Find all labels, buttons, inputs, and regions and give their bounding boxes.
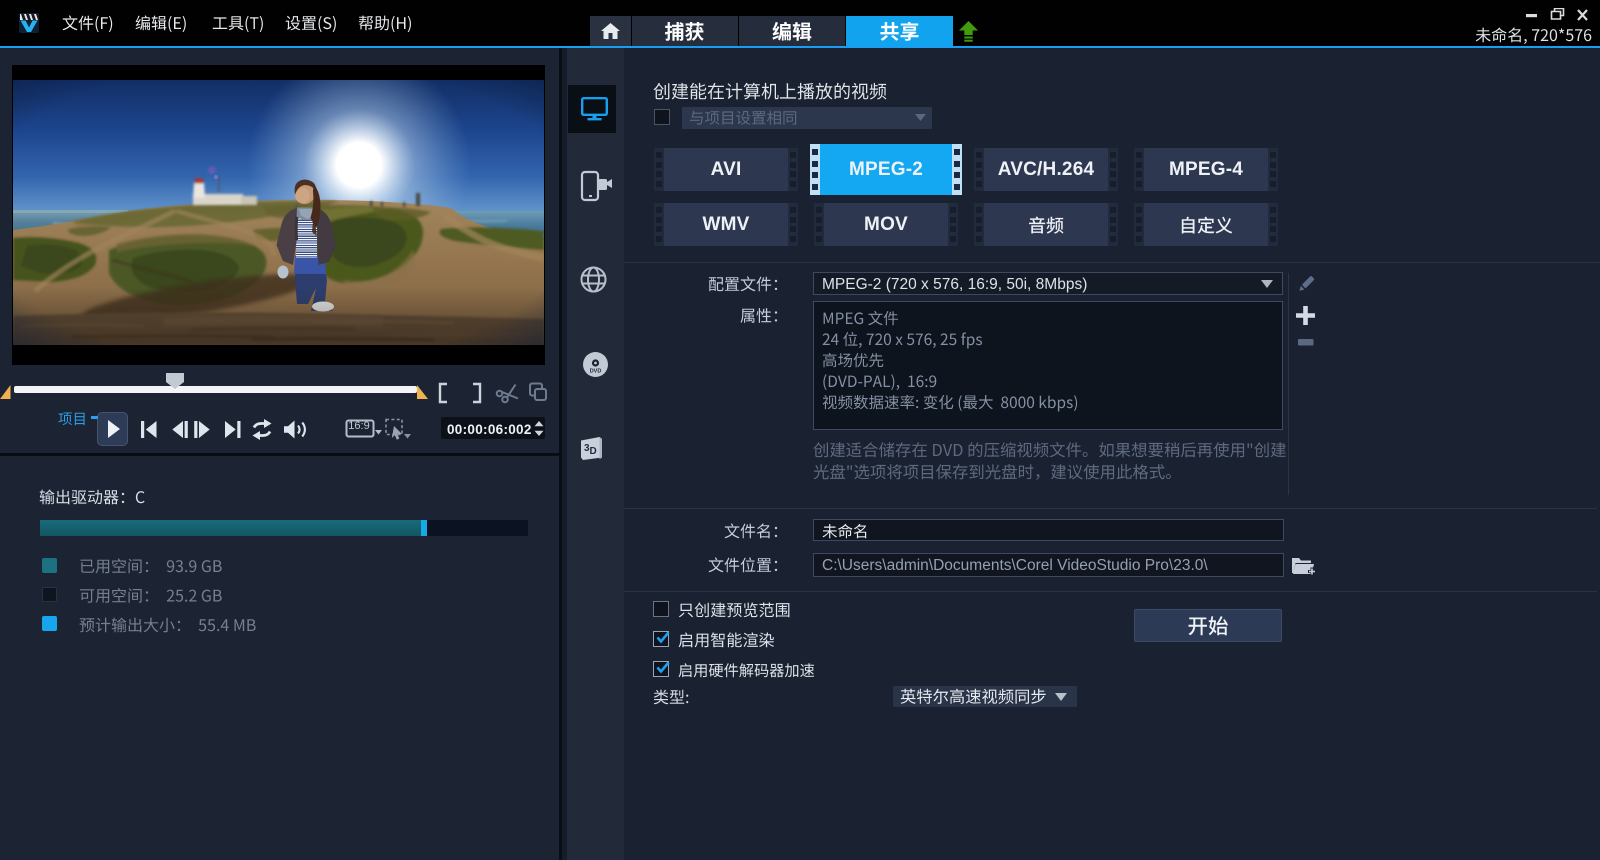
svg-text:D: D bbox=[590, 446, 597, 457]
svg-text:DVD: DVD bbox=[590, 369, 602, 375]
